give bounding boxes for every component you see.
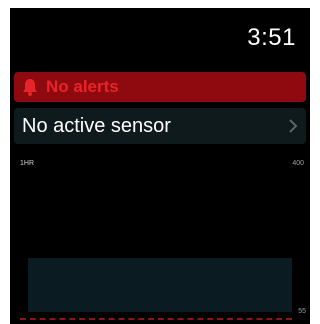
glucose-chart: 1HR 400 55 <box>10 150 310 324</box>
chart-y-min-label: 55 <box>298 308 306 315</box>
clock: 3:51 <box>247 24 296 51</box>
chevron-right-icon <box>288 118 298 134</box>
chart-low-threshold-line <box>20 318 292 320</box>
chart-target-range <box>28 258 292 312</box>
alerts-banner[interactable]: No alerts <box>14 72 306 102</box>
watch-screen: 3:51 No alerts No active sensor 1HR 400 … <box>10 8 310 324</box>
alerts-label: No alerts <box>46 77 119 96</box>
chart-y-max-label: 400 <box>292 160 304 167</box>
sensor-status-label: No active sensor <box>22 114 171 137</box>
chart-time-range-label: 1HR <box>20 160 35 167</box>
sensor-row[interactable]: No active sensor <box>14 108 306 144</box>
status-bar: 3:51 <box>10 8 310 64</box>
bell-icon <box>20 77 40 97</box>
